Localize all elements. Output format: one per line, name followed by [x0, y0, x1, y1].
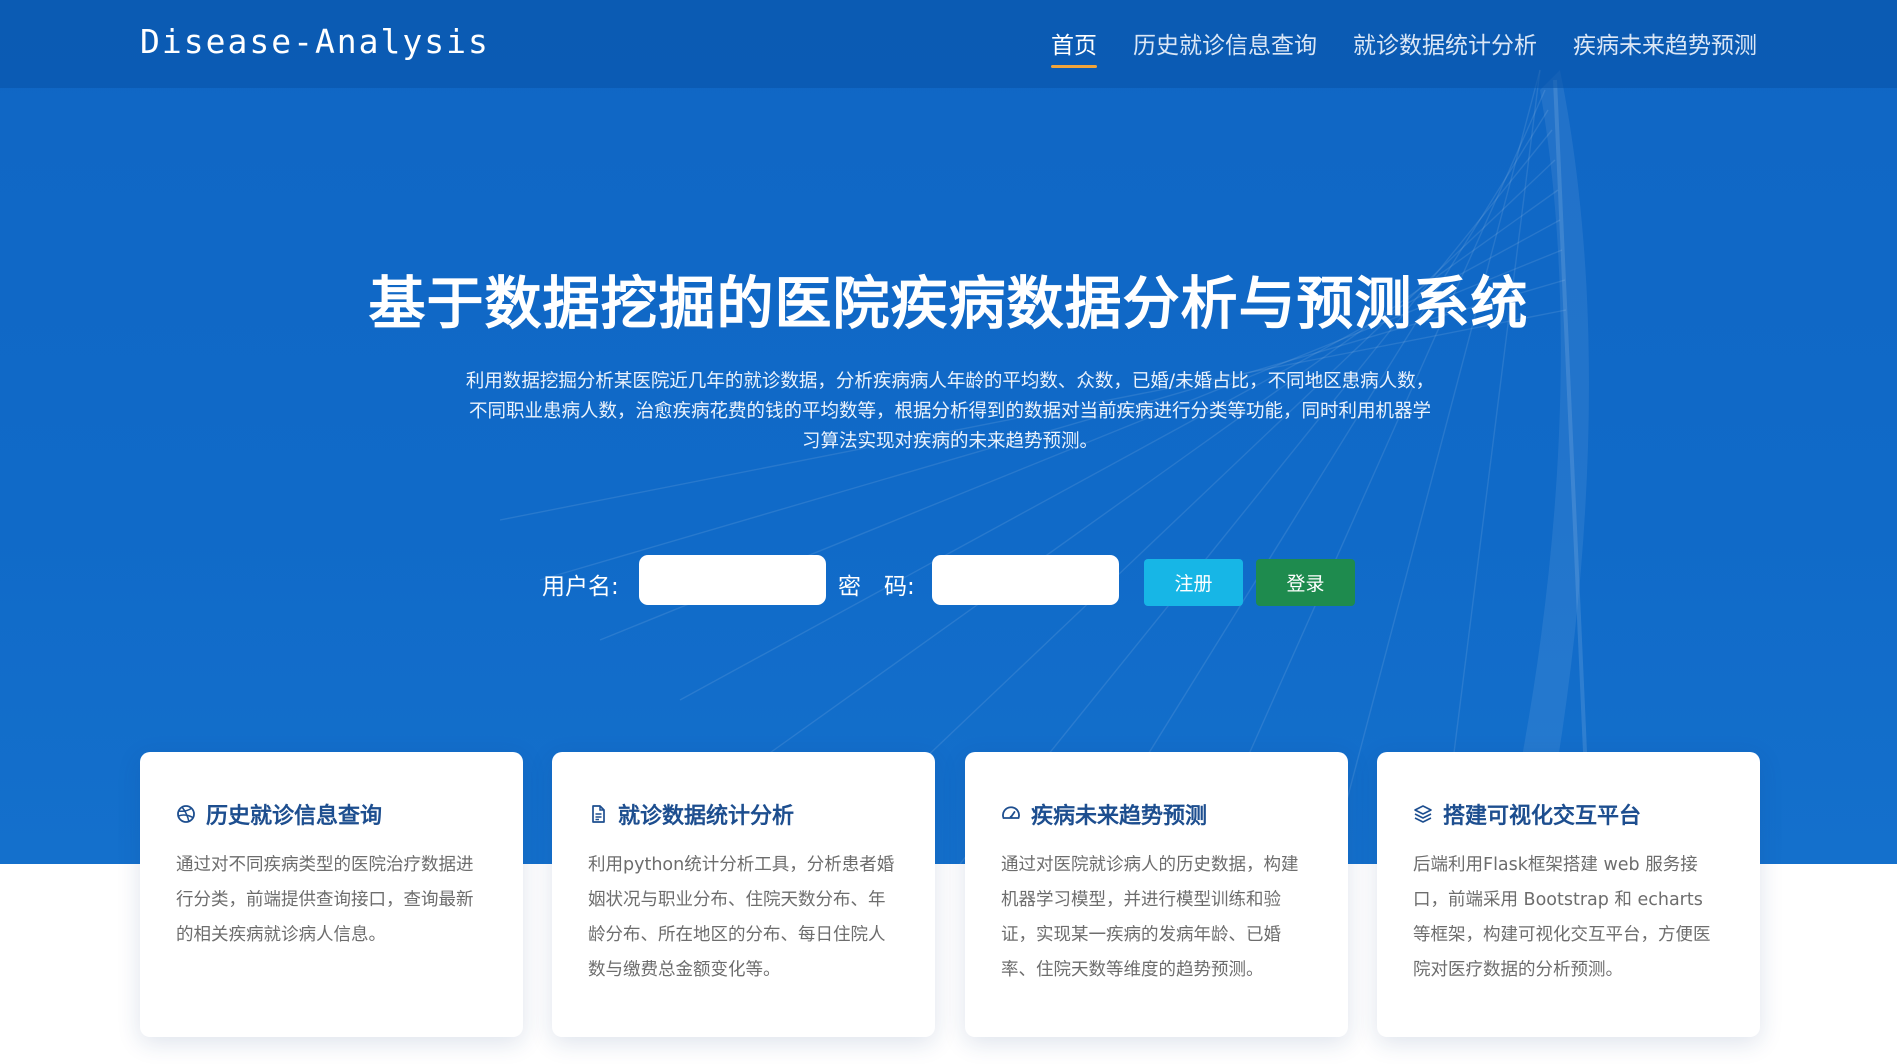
login-form: 用户名: 密 码: 注册 登录	[0, 555, 1897, 607]
feature-card-platform: 搭建可视化交互平台 后端利用Flask框架搭建 web 服务接口，前端采用 Bo…	[1377, 752, 1760, 1037]
card-title: 搭建可视化交互平台	[1443, 804, 1642, 829]
card-description: 通过对医院就诊病人的历史数据，构建机器学习模型，并进行模型训练和验证，实现某一疾…	[1001, 855, 1299, 980]
nav-item-prediction[interactable]: 疾病未来趋势预测	[1573, 26, 1757, 68]
username-input[interactable]	[639, 555, 826, 605]
top-navbar: Disease-Analysis 首页 历史就诊信息查询 就诊数据统计分析 疾病…	[0, 0, 1897, 88]
password-label: 密 码:	[838, 574, 915, 600]
card-title: 疾病未来趋势预测	[1031, 804, 1208, 829]
card-description: 后端利用Flask框架搭建 web 服务接口，前端采用 Bootstrap 和 …	[1413, 855, 1711, 980]
card-header: 搭建可视化交互平台	[1413, 798, 1724, 830]
feature-cards: 历史就诊信息查询 通过对不同疾病类型的医院治疗数据进行分类，前端提供查询接口，查…	[140, 752, 1760, 1037]
brand-logo-text[interactable]: Disease-Analysis	[140, 22, 490, 61]
card-title: 就诊数据统计分析	[618, 804, 795, 829]
nav-item-statistics[interactable]: 就诊数据统计分析	[1353, 26, 1537, 68]
feature-card-history-query: 历史就诊信息查询 通过对不同疾病类型的医院治疗数据进行分类，前端提供查询接口，查…	[140, 752, 523, 1037]
dribbble-icon	[177, 805, 195, 823]
password-input[interactable]	[932, 555, 1119, 605]
feature-card-statistics: 就诊数据统计分析 利用python统计分析工具，分析患者婚姻状况与职业分布、住院…	[552, 752, 935, 1037]
register-button[interactable]: 注册	[1144, 559, 1243, 606]
card-description: 利用python统计分析工具，分析患者婚姻状况与职业分布、住院天数分布、年龄分布…	[588, 855, 895, 980]
username-label: 用户名:	[542, 574, 619, 600]
layers-icon	[1414, 805, 1432, 823]
feature-card-prediction: 疾病未来趋势预测 通过对医院就诊病人的历史数据，构建机器学习模型，并进行模型训练…	[965, 752, 1348, 1037]
speedometer-icon	[1002, 806, 1020, 819]
login-button[interactable]: 登录	[1256, 559, 1355, 606]
card-header: 就诊数据统计分析	[588, 798, 899, 830]
nav-item-history-query[interactable]: 历史就诊信息查询	[1133, 26, 1317, 68]
nav-item-home[interactable]: 首页	[1051, 26, 1097, 68]
document-icon	[592, 805, 605, 823]
card-header: 历史就诊信息查询	[176, 798, 487, 830]
card-header: 疾病未来趋势预测	[1001, 798, 1312, 830]
card-title: 历史就诊信息查询	[206, 804, 383, 829]
main-nav: 首页 历史就诊信息查询 就诊数据统计分析 疾病未来趋势预测	[1051, 26, 1757, 68]
page-title: 基于数据挖掘的医院疾病数据分析与预测系统	[368, 271, 1529, 337]
card-description: 通过对不同疾病类型的医院治疗数据进行分类，前端提供查询接口，查询最新的相关疾病就…	[176, 855, 474, 945]
hero-description: 利用数据挖掘分析某医院近几年的就诊数据，分析疾病病人年龄的平均数、众数，已婚/未…	[465, 371, 1435, 452]
